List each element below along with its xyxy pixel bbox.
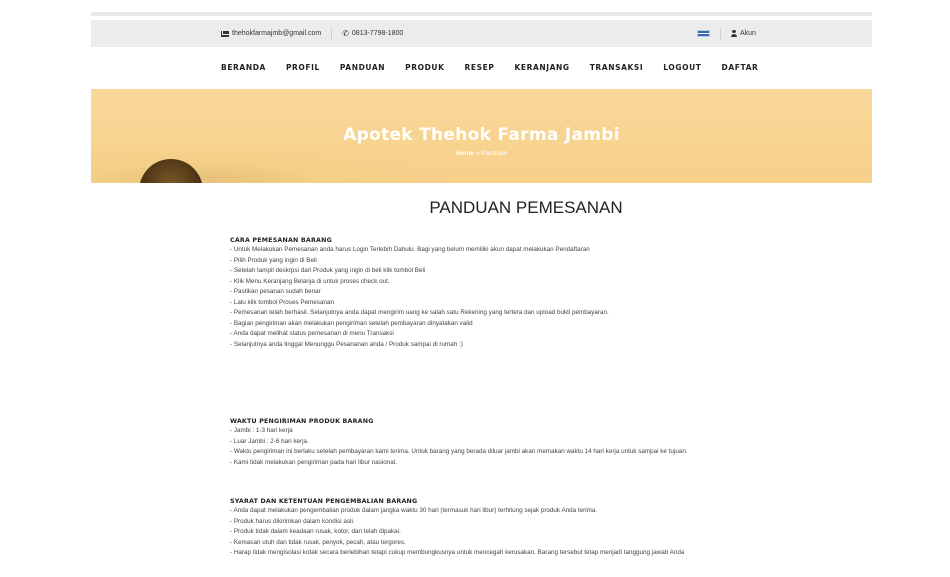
section-heading: CARA PEMESANAN BARANG: [230, 237, 332, 244]
hero-background-image: [139, 159, 203, 183]
divider: [331, 27, 333, 40]
section-line: - Kami tidak melakukan pengiriman pada h…: [230, 458, 397, 466]
nav-item-logout[interactable]: LOGOUT: [663, 60, 701, 76]
nav-item-profil[interactable]: PROFIL: [286, 60, 320, 76]
section-syarat-pengembalian: SYARAT DAN KETENTUAN PENGEMBALIAN BARANG…: [230, 497, 830, 559]
flag-icon[interactable]: [697, 30, 710, 37]
nav-item-resep[interactable]: RESEP: [465, 60, 495, 76]
breadcrumb-separator: »: [475, 150, 480, 157]
section-line: - Selanjutnya anda tinggal Menunggu Pesa…: [230, 340, 463, 348]
envelope-icon: [221, 30, 229, 37]
divider: [720, 27, 721, 40]
section-line: - Kemasan utuh dan tidak rusak, penyok, …: [230, 538, 406, 546]
user-icon: [731, 30, 737, 37]
nav-item-daftar[interactable]: DAFTAR: [722, 60, 759, 76]
section-line: - Pilih Produk yang ingin di Beli: [230, 256, 317, 264]
section-line: - Anda dapat melakukan pengembalian prod…: [230, 507, 598, 514]
section-line: - Produk harus dikirimkan dalam kondisi …: [230, 517, 355, 525]
account-link[interactable]: Akun: [731, 30, 756, 37]
nav-item-panduan[interactable]: PANDUAN: [340, 60, 385, 76]
nav-item-transaksi[interactable]: TRANSAKSI: [590, 60, 644, 76]
section-line: - Untuk Melakukan Pemesanan anda harus L…: [230, 246, 590, 253]
nav-menu: BERANDA PROFIL PANDUAN PRODUK RESEP KERA…: [221, 60, 778, 76]
phone-icon: ✆: [342, 29, 349, 38]
top-strip: [91, 12, 872, 16]
topbar-right: Akun: [697, 20, 756, 47]
section-waktu-pengiriman: WAKTU PENGIRIMAN PRODUK BARANG - Jambi :…: [230, 417, 830, 468]
email-link[interactable]: thehokfarmajmb@gmail.com: [221, 30, 321, 37]
section-line: - Produk tidak dalam keadaan rusak, koto…: [230, 528, 401, 535]
section-heading: SYARAT DAN KETENTUAN PENGEMBALIAN BARANG: [230, 498, 418, 505]
contact-bar: thehokfarmajmb@gmail.com ✆ 0813-7798-180…: [91, 20, 872, 47]
section-line: - Setelah tampil deskrpsi dari Produk ya…: [230, 267, 426, 274]
contact-info: thehokfarmajmb@gmail.com ✆ 0813-7798-180…: [221, 20, 403, 47]
section-line: - Harap tidak mengisolasi kotak secara b…: [230, 549, 685, 556]
section-cara-pemesanan: CARA PEMESANAN BARANG - Untuk Melakukan …: [230, 236, 830, 350]
section-line: - Bagian pengiriman akan melakukan pengi…: [230, 319, 473, 327]
hero-title: Apotek Thehok Farma Jambi: [343, 125, 620, 145]
account-label: Akun: [740, 30, 756, 37]
email-text: thehokfarmajmb@gmail.com: [232, 30, 322, 37]
section-heading: WAKTU PENGIRIMAN PRODUK BARANG: [230, 418, 374, 425]
section-line: - Jambi : 1-3 hari kerja: [230, 427, 293, 434]
phone-text: 0813-7798-1800: [351, 30, 404, 37]
hero-banner: Apotek Thehok Farma Jambi Home » Panduan: [91, 89, 872, 183]
breadcrumb: Home » Panduan: [91, 150, 872, 157]
main-nav: BERANDA PROFIL PANDUAN PRODUK RESEP KERA…: [0, 60, 950, 76]
page-title: PANDUAN PEMESANAN: [429, 198, 623, 217]
section-line: - Pemesanan telah berhasil. Selanjutnya …: [230, 309, 609, 316]
breadcrumb-home[interactable]: Home: [456, 150, 474, 157]
section-line: - Luar Jambi : 2-6 hari kerja.: [230, 437, 309, 445]
section-line: - Anda dapat melihat status pemesanan di…: [230, 330, 394, 337]
phone-link[interactable]: ✆ 0813-7798-1800: [342, 29, 403, 38]
section-line: - Lalu klik tombol Proses Pemesanan: [230, 298, 334, 306]
section-line: - Pastikan pesanan sudah benar: [230, 288, 321, 295]
section-line: - Waktu pengiriman ini berlaku setelah p…: [230, 448, 688, 455]
nav-item-beranda[interactable]: BERANDA: [221, 60, 266, 76]
section-line: - Klik Menu Keranjang Belanja di untuk p…: [230, 277, 390, 285]
nav-item-produk[interactable]: PRODUK: [405, 60, 444, 76]
breadcrumb-current: Panduan: [481, 150, 508, 157]
nav-item-keranjang[interactable]: KERANJANG: [514, 60, 569, 76]
